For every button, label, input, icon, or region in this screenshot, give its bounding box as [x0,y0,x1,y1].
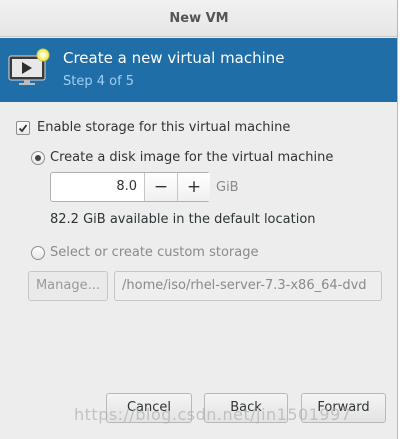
available-space-text: 82.2 GiB available in the default locati… [50,212,316,227]
vm-monitor-icon [8,48,52,88]
wizard-title: Create a new virtual machine [63,49,285,67]
disk-size-input[interactable] [51,173,137,201]
decrement-button[interactable]: − [144,173,177,201]
custom-storage-label[interactable]: Select or create custom storage [50,245,258,260]
wizard-banner: Create a new virtual machine Step 4 of 5 [0,38,397,102]
enable-storage-label[interactable]: Enable storage for this virtual machine [37,120,290,135]
custom-storage-radio[interactable] [31,246,45,260]
create-disk-radio[interactable] [31,151,45,165]
custom-storage-path-input[interactable]: /home/iso/rhel-server-7.3-x86_64-dvd [114,271,382,301]
radio-selected-dot [35,155,41,161]
manage-button[interactable]: Manage... [28,271,108,301]
enable-storage-checkbox[interactable] [16,121,30,135]
create-disk-label[interactable]: Create a disk image for the virtual mach… [50,150,333,165]
wizard-step: Step 4 of 5 [63,74,135,89]
disk-size-unit: GiB [216,180,239,195]
new-vm-dialog: New VM Create a new virtual machine Step… [0,0,398,439]
background-strip [398,0,402,439]
forward-button[interactable]: Forward [301,393,386,423]
disk-size-spinbutton: − + [50,172,210,202]
increment-button[interactable]: + [177,173,210,201]
window-title: New VM [0,0,397,37]
back-button[interactable]: Back [204,393,288,423]
cancel-button[interactable]: Cancel [106,393,192,423]
checkmark-icon [18,124,28,133]
